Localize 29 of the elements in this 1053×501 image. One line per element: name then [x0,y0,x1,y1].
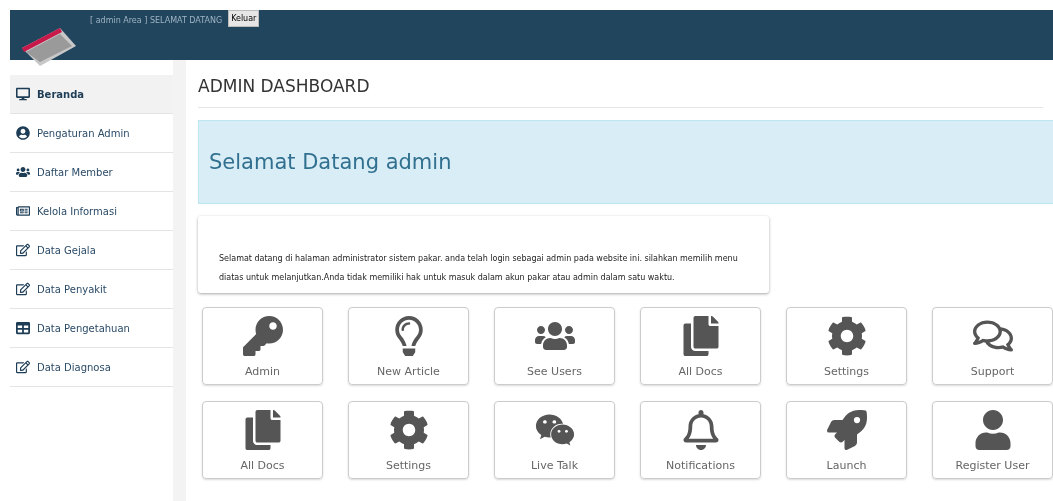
dashboard-tile[interactable]: All Docs [640,307,761,385]
sidebar-item[interactable]: Beranda [10,75,173,114]
dashboard-tile[interactable]: Launch [786,401,907,479]
users-icon [16,165,30,179]
dashboard-tile[interactable]: Notifications [640,401,761,479]
rocket-icon [826,410,867,450]
newspaper-icon [16,204,30,218]
settings-icon [826,316,867,356]
dashboard-tile[interactable]: Live Talk [494,401,615,479]
dashboard-tile[interactable]: Settings [348,401,469,479]
table-icon [16,321,30,335]
logout-button[interactable]: Keluar [228,10,260,27]
monitor-icon [16,87,30,101]
welcome-alert: Selamat Datang admin [198,120,1053,204]
edit-icon [16,243,30,257]
dashboard-tile[interactable]: Register User [932,401,1053,479]
edit-icon [16,282,30,296]
dashboard-tile[interactable]: Settings [786,307,907,385]
dashboard-tile[interactable]: New Article [348,307,469,385]
page-title: ADMIN DASHBOARD [198,60,1043,108]
dashboard-tile[interactable]: Support [932,307,1053,385]
settings-icon [388,410,429,450]
header-greeting: [ admin Area ] SELAMAT DATANG [90,16,223,25]
edit-icon [16,360,30,374]
dashboard-tile[interactable]: Admin [202,307,323,385]
dashboard-tile[interactable]: All Docs [202,401,323,479]
dashboard-tile[interactable]: See Users [494,307,615,385]
info-text: Selamat datang di halaman administrator sistem pakar. anda telah login sebagai admin pada website ini. silahkan memilih menu diatas untuk melanjutkan.Anda tidak memiliki hak untuk masuk dalam akun pakar atau admin dalam satu waktu. [198,216,769,293]
key-icon [242,316,283,356]
